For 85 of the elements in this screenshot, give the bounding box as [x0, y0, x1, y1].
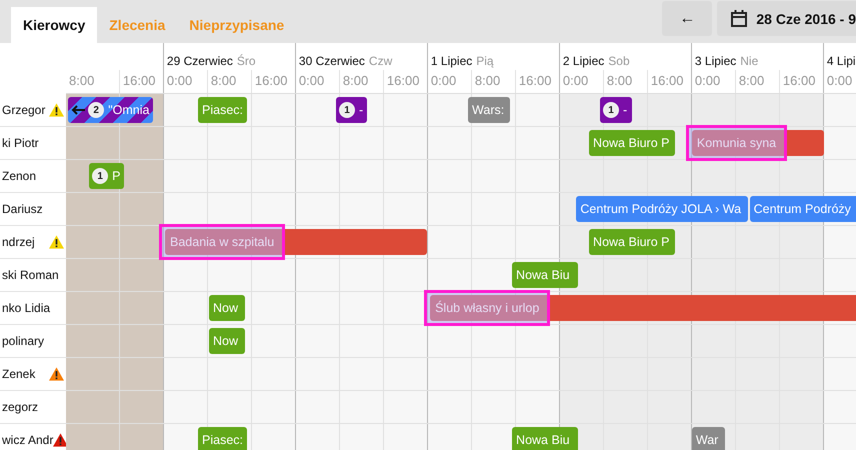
event-label: Ślub własny i urlop [427, 293, 548, 323]
time-label: 0:00 [562, 73, 588, 88]
event-label: Nowa Biu [515, 268, 571, 282]
tab[interactable]: Nieprzypisane [177, 7, 296, 43]
event-bar[interactable]: Centrum Podróży JOLA › Wa [576, 196, 748, 222]
count-badge: 1 [339, 102, 356, 118]
time-label: 8:00 [474, 73, 500, 88]
time-label: 0:00 [430, 73, 456, 88]
event-bar[interactable]: Wars: [468, 97, 510, 123]
driver-name: ndrzej [1, 235, 35, 249]
event-bar[interactable]: Nowa Biuro P [589, 130, 675, 156]
event-bar[interactable]: 2 "Omnia [68, 97, 154, 123]
count-badge: 1 [92, 168, 108, 184]
event-label: - [622, 103, 628, 117]
day-label: 3 Lipiec [694, 54, 736, 70]
event-label: Now [212, 301, 240, 315]
date-range-button[interactable]: 28 Cze 2016 - 9 [717, 1, 856, 36]
driver-name: wicz Andr [1, 433, 54, 447]
event-label: Komunia syna [688, 128, 784, 158]
driver-name: ki Piotr [1, 136, 39, 150]
driver-name: ski Roman [1, 268, 59, 282]
event-bar[interactable]: Piasec: [198, 427, 247, 450]
back-button[interactable]: ← [662, 1, 712, 36]
count-badge: 1 [603, 102, 620, 118]
time-label: 0:00 [166, 73, 192, 88]
driver-name: nko Lidia [1, 301, 50, 315]
time-label: 8:00 [606, 73, 632, 88]
event-label: Centrum Podróży JOLA › Wa [579, 202, 742, 216]
time-label: 8:00 [210, 73, 236, 88]
event-bar[interactable]: Piasec: [198, 97, 247, 123]
event-label: Nowa Biuro P [592, 235, 670, 249]
time-label: 8:00 [738, 73, 764, 88]
time-label: 8:00 [342, 73, 368, 88]
weekday-label: Nie [740, 54, 758, 70]
event-bar[interactable]: War [692, 427, 725, 450]
event-bar[interactable]: 1 P [89, 163, 124, 189]
time-label: 16:00 [122, 73, 156, 88]
event-bar[interactable]: Nowa Biuro P [589, 229, 675, 255]
driver-name: Grzegor [1, 103, 46, 117]
event-label: "Omnia [107, 103, 150, 117]
time-label: 0:00 [298, 73, 324, 88]
event-label: Nowa Biuro P [592, 136, 670, 150]
time-label: 16:00 [782, 73, 816, 88]
event-label: Centrum Podróży [752, 202, 852, 216]
event-label: - [358, 103, 364, 117]
driver-name: Dariusz [1, 202, 43, 216]
event-label: Piasec: [201, 433, 244, 447]
weekday-label: Sob [608, 54, 630, 70]
day-label: 1 Lipiec [430, 54, 472, 70]
event-label: Now [212, 334, 240, 348]
event-bar[interactable]: Now [209, 328, 245, 354]
time-label: 8:00 [69, 73, 94, 88]
event-bar[interactable]: 1 - [600, 97, 632, 123]
driver-name: polinary [1, 334, 44, 348]
day-label: 4 Lipi [826, 54, 856, 70]
event-label: War [694, 433, 720, 447]
weekday-label: Śro [236, 54, 256, 70]
tab[interactable]: Kierowcy [11, 7, 98, 43]
driver-name: zegorz [1, 400, 38, 414]
event-label: Piasec: [201, 103, 244, 117]
event-bar[interactable]: Nowa Biu [512, 262, 578, 288]
time-label: 0:00 [826, 73, 852, 88]
event-bar[interactable]: 1 - [336, 97, 368, 123]
driver-name: Zenek [1, 367, 36, 381]
calendar-icon [731, 10, 748, 27]
event-bar[interactable]: Now [209, 295, 245, 321]
time-label: 16:00 [386, 73, 420, 88]
weekday-label: Pią [476, 54, 494, 70]
time-label: 16:00 [518, 73, 552, 88]
time-label: 0:00 [694, 73, 720, 88]
time-label: 16:00 [650, 73, 684, 88]
event-label: Wars: [471, 103, 506, 117]
event-label: Nowa Biu [515, 433, 571, 447]
driver-name: Zenon [1, 169, 36, 183]
day-label: 29 Czerwiec [166, 54, 233, 70]
count-badge: 2 [88, 102, 104, 118]
event-bar[interactable]: Centrum Podróży [750, 196, 856, 222]
time-label: 16:00 [254, 73, 288, 88]
event-bar[interactable]: Nowa Biu [512, 427, 578, 450]
tab[interactable]: Zlecenia [97, 7, 178, 43]
weekday-label: Czw [368, 54, 392, 70]
day-label: 30 Czerwiec [298, 54, 365, 70]
event-label: P [111, 169, 122, 183]
event-label: Badania w szpitalu [162, 227, 282, 257]
day-label: 2 Lipiec [562, 54, 604, 70]
